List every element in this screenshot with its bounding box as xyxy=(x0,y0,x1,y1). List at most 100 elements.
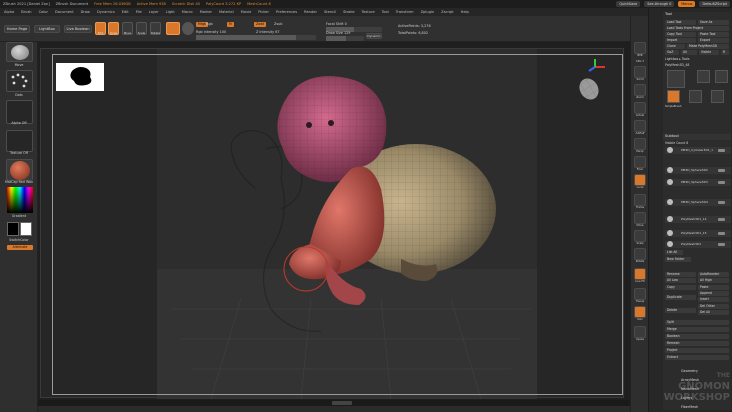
material-selector[interactable] xyxy=(6,159,33,181)
rgb-intensity-slider[interactable] xyxy=(196,35,256,40)
subtool-item[interactable]: PolyMesh3D1_14 xyxy=(665,216,731,223)
menu-tool[interactable]: Tool xyxy=(382,10,389,14)
transp-button[interactable] xyxy=(634,288,646,300)
new-folder-button[interactable]: New Folder xyxy=(665,257,691,262)
default-zscript-button[interactable]: DefaultZScript xyxy=(699,1,730,7)
rotate-mode-button[interactable]: Rotate xyxy=(150,22,161,35)
navigation-gizmo-icon[interactable] xyxy=(577,59,611,107)
menu-marker[interactable]: Marker xyxy=(200,10,212,14)
primary-color-swatch[interactable] xyxy=(7,222,19,236)
scroll-button[interactable] xyxy=(634,66,646,78)
save-as-button[interactable]: Save As xyxy=(698,20,729,25)
rename-button[interactable]: Rename xyxy=(665,272,696,277)
paste-subtool-button[interactable]: Paste xyxy=(698,285,729,290)
frame-button[interactable] xyxy=(634,194,646,206)
texture-selector[interactable] xyxy=(6,130,33,152)
rotate-view-button[interactable] xyxy=(634,248,646,260)
material-sphere-icon[interactable] xyxy=(166,22,180,35)
insert-button[interactable]: Insert xyxy=(698,297,729,302)
canvas-area[interactable] xyxy=(38,42,630,406)
del-all-button[interactable]: Del All xyxy=(698,310,729,315)
boolean-menu[interactable]: Boolean xyxy=(665,334,729,339)
solo-button[interactable] xyxy=(634,306,646,318)
floor-button[interactable] xyxy=(634,156,646,168)
edit-mode-button[interactable]: Edit xyxy=(95,22,106,35)
draw-size-slider[interactable] xyxy=(326,36,364,41)
split-menu[interactable]: Split xyxy=(665,320,729,325)
secondary-color-swatch[interactable] xyxy=(20,222,32,236)
scale-view-button[interactable] xyxy=(634,230,646,242)
z-intensity-slider[interactable] xyxy=(256,35,316,40)
switch-color-label[interactable]: SwitchColor xyxy=(0,238,38,242)
xpose-button[interactable] xyxy=(634,326,646,338)
remesh-menu[interactable]: Remesh xyxy=(665,341,729,346)
lightbox-tools-link[interactable]: Lightbox ▸ Tools xyxy=(665,57,731,62)
duplicate-button[interactable]: Duplicate xyxy=(665,295,696,300)
menu-transform[interactable]: Transform xyxy=(396,10,414,14)
lightbox-button[interactable]: LightBox xyxy=(34,25,60,33)
tool-thumb-polymesh-3[interactable] xyxy=(689,90,702,103)
subtool-item[interactable]: PM3D_Sphere3D4 xyxy=(665,199,731,206)
all-low-button[interactable]: All Low xyxy=(665,278,696,283)
export-button[interactable]: Export xyxy=(698,38,729,43)
quicksave-button[interactable]: QuickSave xyxy=(616,1,641,7)
list-all-button[interactable]: List All xyxy=(665,250,683,255)
auto-reorder-button[interactable]: AutoReorder xyxy=(698,272,729,277)
line-fill-button[interactable] xyxy=(634,268,646,280)
subtool-item[interactable]: PolyMesh3D1 xyxy=(665,241,731,248)
menu-render[interactable]: Render xyxy=(304,10,317,14)
menu-light[interactable]: Light xyxy=(166,10,175,14)
move-mode-button[interactable]: Move xyxy=(122,22,133,35)
copy-tool-button[interactable]: Copy Tool xyxy=(665,32,696,37)
del-other-button[interactable]: Del Other xyxy=(698,304,729,309)
copy-subtool-button[interactable]: Copy xyxy=(665,285,696,290)
load-tools-from-project-button[interactable]: Load Tools From Project xyxy=(665,26,729,31)
merge-menu[interactable]: Merge xyxy=(665,327,729,332)
rgb-toggle[interactable]: Rgb xyxy=(206,22,213,26)
zsub-toggle[interactable]: Zsub xyxy=(274,22,282,26)
menu-alpha[interactable]: Alpha xyxy=(4,10,14,14)
clone-button[interactable]: Clone xyxy=(665,44,685,49)
all-high-button[interactable]: All High xyxy=(698,278,729,283)
menu-draw[interactable]: Draw xyxy=(81,10,90,14)
color-picker[interactable] xyxy=(7,187,33,213)
subtool-item[interactable]: PolyMesh3D1_15 xyxy=(665,230,731,237)
menu-file[interactable]: File xyxy=(136,10,142,14)
menu-help[interactable]: Help xyxy=(461,10,469,14)
menu-stroke[interactable]: Stroke xyxy=(343,10,354,14)
menu-preferences[interactable]: Preferences xyxy=(276,10,297,14)
scale-mode-button[interactable]: Scale xyxy=(136,22,147,35)
menu-brush[interactable]: Brush xyxy=(21,10,31,14)
menu-macro[interactable]: Macro xyxy=(182,10,193,14)
delete-button[interactable]: Delete xyxy=(665,308,696,313)
brush-selector[interactable] xyxy=(6,42,33,62)
stroke-selector[interactable] xyxy=(6,70,33,92)
subtool-item[interactable]: PM3D_Cylinder3D1_1 xyxy=(665,147,731,154)
menu-zplugin[interactable]: Zplugin xyxy=(421,10,435,14)
visible-button[interactable]: Visible xyxy=(699,50,719,55)
make-polymesh-button[interactable]: Make PolyMesh3D xyxy=(687,44,729,49)
goz-button[interactable]: GoZ xyxy=(665,50,679,55)
tool-thumb-polymesh[interactable] xyxy=(667,70,685,88)
actual-button[interactable] xyxy=(634,102,646,114)
menu-stencil[interactable]: Stencil xyxy=(324,10,336,14)
draw-mode-button[interactable]: Draw xyxy=(108,22,119,35)
load-tool-button[interactable]: Load Tool xyxy=(665,20,696,25)
visible-count-slider[interactable]: Visible Count 8 xyxy=(665,141,731,146)
import-button[interactable]: Import xyxy=(665,38,696,43)
paste-tool-button[interactable]: Paste Tool xyxy=(698,32,729,37)
menu-zscript[interactable]: Zscript xyxy=(441,10,453,14)
persp-button[interactable] xyxy=(634,138,646,150)
home-page-button[interactable]: Home Page xyxy=(4,25,30,33)
texture-sphere-icon[interactable] xyxy=(182,22,194,35)
canvas-scroll-handle[interactable] xyxy=(332,401,352,405)
tool-thumb-cylinder[interactable] xyxy=(697,70,710,83)
zoom-button[interactable] xyxy=(634,84,646,96)
tool-thumb-polymesh-4[interactable] xyxy=(711,90,724,103)
document-canvas[interactable] xyxy=(40,48,624,399)
menu-texture[interactable]: Texture xyxy=(362,10,375,14)
subtool-item[interactable]: PM3D_Sphere3D2 xyxy=(665,167,731,174)
menu-layer[interactable]: Layer xyxy=(149,10,159,14)
tool-thumb-simplebrush[interactable] xyxy=(667,90,680,103)
local-button[interactable] xyxy=(634,174,646,186)
